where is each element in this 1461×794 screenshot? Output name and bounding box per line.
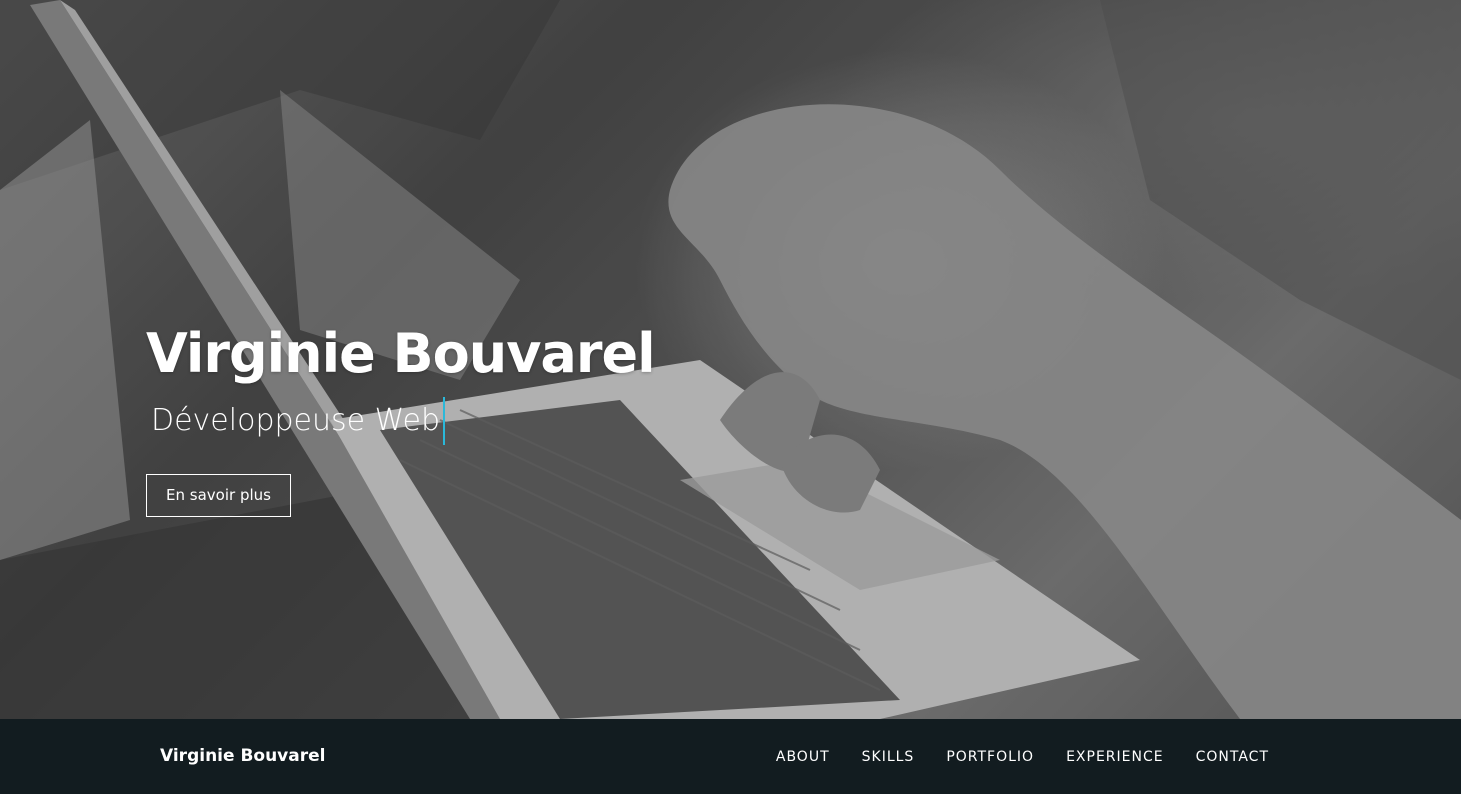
- hero-subtitle: Développeuse Web: [151, 403, 441, 438]
- nav-item-experience[interactable]: EXPERIENCE: [1066, 749, 1164, 765]
- nav-item-contact[interactable]: CONTACT: [1196, 749, 1269, 765]
- hero-subtitle-container: Développeuse Web: [151, 397, 655, 445]
- navbar-brand[interactable]: Virginie Bouvarel: [160, 719, 325, 794]
- hero-content: Virginie Bouvarel Développeuse Web En sa…: [146, 318, 656, 517]
- nav-item-about[interactable]: ABOUT: [776, 749, 830, 765]
- hero-section: Virginie Bouvarel Développeuse Web En sa…: [0, 0, 1461, 719]
- nav-item-skills[interactable]: SKILLS: [862, 749, 915, 765]
- typing-cursor: [443, 397, 446, 445]
- nav-item-portfolio[interactable]: PORTFOLIO: [946, 749, 1034, 765]
- nav-links: ABOUT SKILLS PORTFOLIO EXPERIENCE CONTAC…: [776, 719, 1269, 794]
- navbar: Virginie Bouvarel ABOUT SKILLS PORTFOLIO…: [0, 719, 1461, 794]
- learn-more-button[interactable]: En savoir plus: [146, 474, 291, 517]
- hero-title: Virginie Bouvarel: [146, 322, 656, 385]
